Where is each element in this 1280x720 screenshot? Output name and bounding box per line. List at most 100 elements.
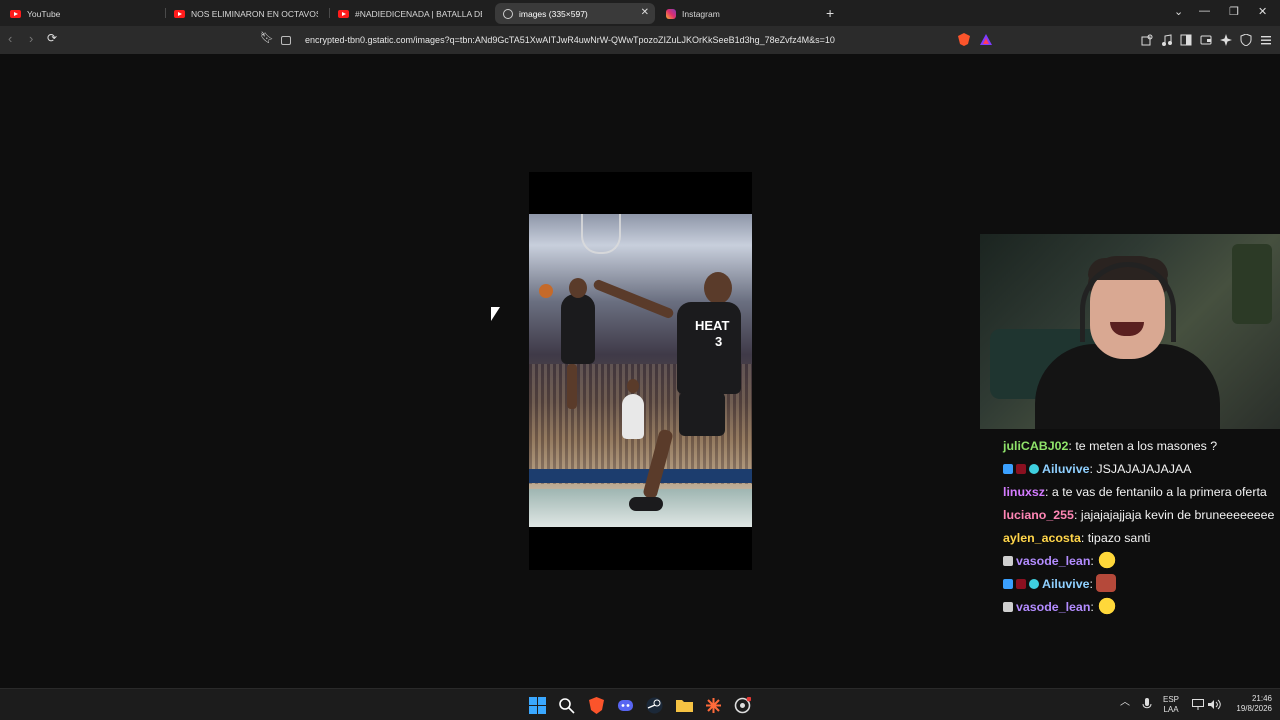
player-main-head	[704, 272, 732, 304]
keyboard-language[interactable]: ESP LAA	[1163, 695, 1179, 715]
tab-title: YouTube	[27, 8, 61, 19]
extensions-icon[interactable]	[1141, 34, 1153, 46]
chat-text: a te vas de fentanilo a la primera ofert…	[1051, 485, 1267, 499]
new-tab-button[interactable]: +	[826, 5, 834, 21]
youtube-icon	[174, 9, 185, 18]
url-text: encrypted-tbn0.gstatic.com/images?q=tbn:…	[305, 35, 835, 45]
menu-icon[interactable]	[1260, 34, 1272, 46]
webcam-plant	[1232, 244, 1272, 324]
jersey-team-text: HEAT	[695, 318, 730, 333]
tab-instagram[interactable]: Instagram	[658, 3, 818, 24]
youtube-icon	[338, 9, 349, 18]
leo-ai-icon[interactable]	[1220, 34, 1232, 46]
youtube-icon	[10, 9, 21, 18]
tab-list-chevron-icon[interactable]: ⌄	[1174, 5, 1183, 18]
wallet-icon[interactable]	[1200, 34, 1212, 46]
badge-icon	[1003, 464, 1013, 474]
tab-title: Instagram	[682, 8, 720, 19]
chat-username: Ailuvive	[1042, 462, 1090, 476]
player-defender	[622, 394, 644, 439]
file-explorer-icon[interactable]	[676, 697, 693, 714]
vpn-shield-icon[interactable]	[1240, 34, 1252, 46]
address-bar[interactable]: encrypted-tbn0.gstatic.com/images?q=tbn:…	[281, 30, 949, 50]
clock-date: 19/8/2026	[1236, 704, 1272, 713]
chat-username: luciano_255	[1003, 508, 1074, 522]
player-main-jersey	[677, 302, 741, 394]
chat-username: linuxsz	[1003, 485, 1045, 499]
basketball-photo[interactable]: HEAT 3	[529, 214, 752, 527]
browser-tab-strip: YouTube NOS ELIMINARON EN OCTAVOS... #2 …	[0, 0, 1280, 26]
minimize-button[interactable]: —	[1199, 5, 1210, 17]
chat-username: vasode_lean	[1016, 600, 1091, 614]
brave-shields-icon[interactable]	[958, 33, 970, 46]
chat-message: linuxsz: a te vas de fentanilo a la prim…	[1003, 485, 1267, 499]
forward-arrow-icon[interactable]: ›	[29, 31, 33, 46]
back-arrow-icon[interactable]: ‹	[8, 31, 12, 46]
emote-smirk-icon	[1097, 597, 1118, 615]
basketball	[539, 284, 553, 298]
media-music-icon[interactable]	[1161, 34, 1173, 46]
tab-video-batalla[interactable]: #NADIEDICENADA | BATALLA DE FAN	[330, 3, 490, 24]
brave-browser-icon[interactable]	[588, 697, 605, 714]
player-main-shoe	[629, 497, 663, 511]
close-tab-icon[interactable]: ✕	[641, 7, 649, 18]
chat-message: aylen_acosta: tipazo santi	[1003, 531, 1151, 545]
clock-time: 21:46	[1251, 694, 1272, 703]
search-icon[interactable]	[558, 697, 575, 714]
screen: YouTube NOS ELIMINARON EN OCTAVOS... #2 …	[0, 0, 1280, 720]
chat-message: vasode_lean:	[1003, 597, 1278, 617]
emote-smirk-icon	[1097, 551, 1118, 569]
streamer-webcam	[980, 234, 1280, 429]
tab-images-active[interactable]: images (335×597) ✕	[495, 3, 655, 24]
tab-video-octavos[interactable]: NOS ELIMINARON EN OCTAVOS... #2	[166, 3, 326, 24]
player-main-shorts	[679, 392, 725, 436]
keyboard-layout-code: LAA	[1163, 705, 1179, 714]
chat-username: vasode_lean	[1016, 554, 1091, 568]
obs-record-icon[interactable]	[734, 697, 751, 714]
chat-message: Ailuvive:	[1003, 574, 1278, 594]
mouse-cursor	[491, 307, 500, 321]
player-left-head	[569, 278, 587, 298]
badge-icon	[1003, 579, 1013, 589]
stream-chat: juliCABJ02: te meten a los masones ? Ail…	[1003, 436, 1278, 620]
player-left	[561, 294, 595, 364]
chat-text: tipazo santi	[1087, 531, 1151, 545]
chat-text: te meten a los masones ?	[1075, 439, 1218, 453]
clock[interactable]: 21:46 19/8/2026	[1226, 694, 1272, 714]
chat-message: luciano_255: jajajajajjaja kevin de brun…	[1003, 508, 1275, 522]
site-info-icon[interactable]	[281, 35, 291, 45]
chat-username: aylen_acosta	[1003, 531, 1081, 545]
volume-icon[interactable]	[1208, 699, 1221, 710]
tab-title: images (335×597)	[519, 8, 588, 19]
network-icon[interactable]	[1192, 699, 1204, 710]
discord-icon[interactable]	[617, 697, 634, 714]
steam-icon[interactable]	[646, 697, 663, 714]
tab-title: NOS ELIMINARON EN OCTAVOS... #2	[191, 8, 318, 19]
basketball-hoop	[581, 214, 621, 254]
badge-icon	[1003, 556, 1013, 566]
chat-message: juliCABJ02: te meten a los masones ?	[1003, 439, 1218, 453]
windows-taskbar: ︿ ESP LAA 21:46 19/8/2026	[0, 688, 1280, 720]
app-burst-icon[interactable]	[705, 697, 722, 714]
jersey-number-text: 3	[715, 334, 723, 349]
brave-rewards-icon[interactable]	[980, 34, 992, 45]
windows-start-icon[interactable]	[529, 697, 546, 714]
close-window-button[interactable]: ✕	[1258, 5, 1267, 18]
microphone-icon[interactable]	[1142, 698, 1152, 711]
chat-message: vasode_lean:	[1003, 551, 1278, 571]
tray-overflow-chevron-icon[interactable]: ︿	[1120, 698, 1130, 708]
tab-youtube[interactable]: YouTube	[2, 3, 162, 24]
globe-icon	[503, 8, 513, 19]
sidebar-icon[interactable]	[1180, 34, 1192, 46]
chat-text: JSJAJAJAJAJAA	[1096, 462, 1192, 476]
bookmark-icon[interactable]: 🔖︎	[260, 31, 274, 44]
photo-ad-board	[529, 469, 752, 483]
image-frame: HEAT 3	[529, 172, 752, 570]
reload-icon[interactable]: ⟳	[47, 31, 57, 45]
instagram-icon	[666, 8, 676, 19]
maximize-button[interactable]: ❐	[1229, 5, 1239, 18]
chat-message: Ailuvive: JSJAJAJAJAJAA	[1003, 459, 1278, 479]
badge-icon	[1003, 602, 1013, 612]
chat-username: Ailuvive	[1042, 577, 1090, 591]
chat-text: jajajajajjaja kevin de bruneeeeeeee	[1080, 508, 1275, 522]
